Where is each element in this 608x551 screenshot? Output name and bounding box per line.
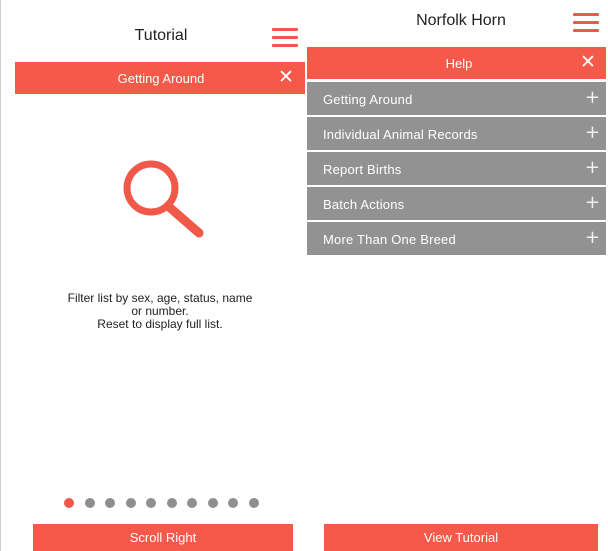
plus-icon[interactable]: + bbox=[585, 193, 600, 213]
page-dot[interactable] bbox=[146, 498, 156, 508]
help-banner: Help ✕ bbox=[307, 47, 606, 79]
page-dot[interactable] bbox=[125, 498, 136, 508]
search-icon bbox=[123, 160, 204, 238]
plus-icon[interactable]: + bbox=[585, 158, 600, 178]
close-icon[interactable]: ✕ bbox=[580, 53, 596, 72]
plus-icon[interactable]: + bbox=[585, 228, 600, 248]
help-section-label: Individual Animal Records bbox=[323, 127, 478, 142]
help-section-batch-actions[interactable]: Batch Actions + bbox=[307, 187, 606, 220]
help-section-getting-around[interactable]: Getting Around + bbox=[307, 82, 606, 115]
description-line: Reset to display full list. bbox=[97, 317, 223, 331]
help-screen: Norfolk Horn Help ✕ Getting Around + Ind… bbox=[306, 0, 608, 551]
page-dot[interactable] bbox=[166, 498, 177, 508]
page-title: Norfolk Horn bbox=[416, 12, 506, 29]
tutorial-screen: Tutorial Getting Around ✕ Filter list by… bbox=[1, 0, 305, 551]
help-section-label: Getting Around bbox=[323, 92, 413, 107]
tutorial-banner: Getting Around ✕ bbox=[15, 62, 305, 94]
help-section-report-births[interactable]: Report Births + bbox=[307, 152, 606, 185]
page-dot[interactable] bbox=[187, 498, 197, 508]
hamburger-menu-icon[interactable] bbox=[573, 13, 599, 33]
hamburger-menu-icon[interactable] bbox=[272, 28, 298, 48]
plus-icon[interactable]: + bbox=[585, 123, 600, 143]
page-dot[interactable] bbox=[84, 498, 95, 508]
page-dot[interactable] bbox=[105, 498, 115, 508]
view-tutorial-button[interactable]: View Tutorial bbox=[324, 524, 598, 551]
help-section-more-than-one-breed[interactable]: More Than One Breed + bbox=[307, 222, 606, 255]
plus-icon[interactable]: + bbox=[585, 88, 600, 108]
close-icon[interactable]: ✕ bbox=[278, 68, 294, 87]
page-dot-active[interactable] bbox=[64, 498, 74, 508]
help-section-label: Batch Actions bbox=[323, 197, 405, 212]
help-section-label: More Than One Breed bbox=[323, 232, 456, 247]
banner-title: Getting Around bbox=[117, 71, 205, 86]
page-dot[interactable] bbox=[248, 498, 259, 508]
tutorial-description: Filter list by sex, age, status, name or… bbox=[15, 292, 305, 331]
help-accordion: Getting Around + Individual Animal Recor… bbox=[307, 82, 606, 257]
banner-title: Help bbox=[445, 56, 473, 71]
scroll-right-button[interactable]: Scroll Right bbox=[33, 524, 293, 551]
help-section-individual-animal-records[interactable]: Individual Animal Records + bbox=[307, 117, 606, 150]
page-dot[interactable] bbox=[228, 498, 238, 508]
help-section-label: Report Births bbox=[323, 162, 402, 177]
page-dot[interactable] bbox=[207, 498, 218, 508]
